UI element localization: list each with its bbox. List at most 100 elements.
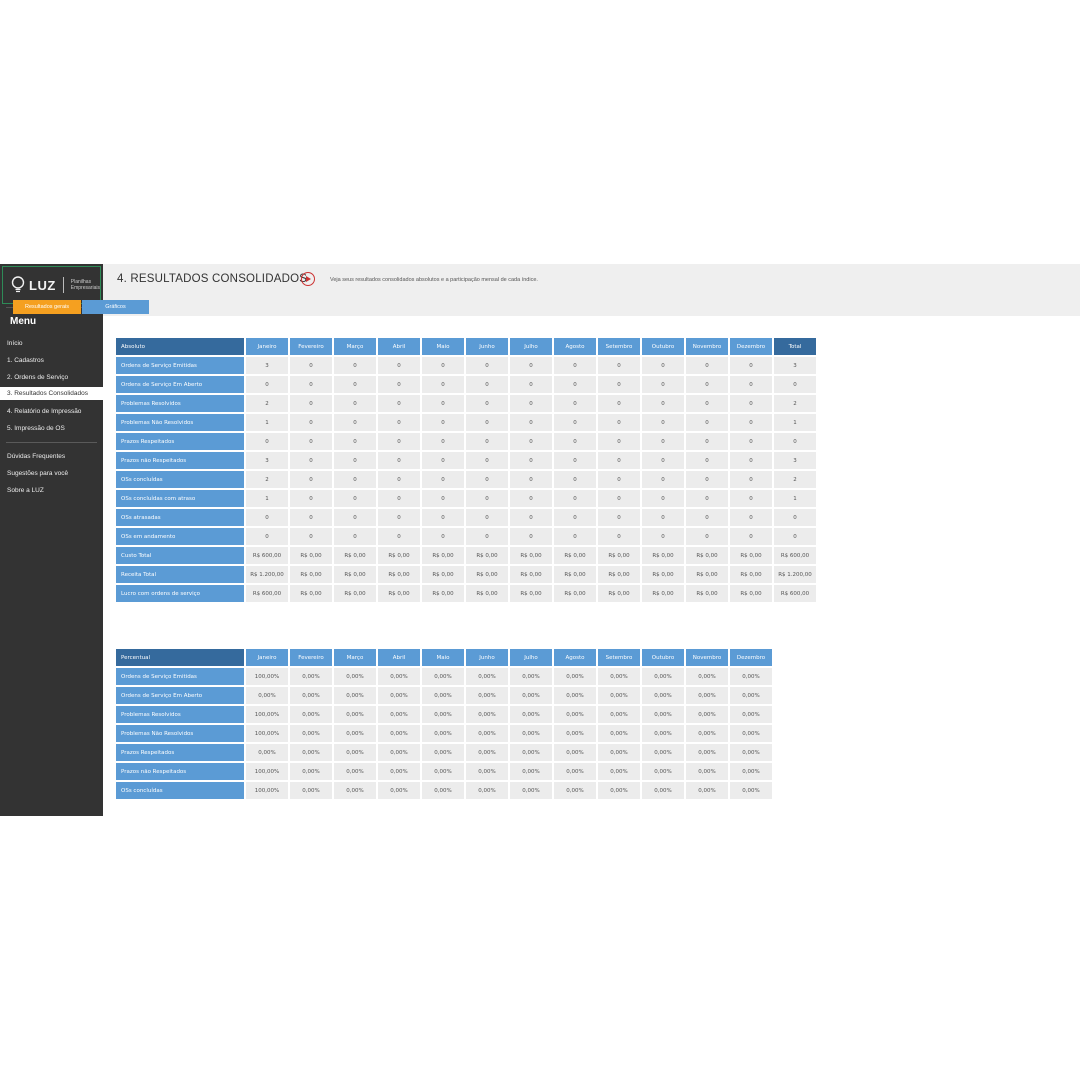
table-cell[interactable]: 0 [422, 528, 464, 545]
table-cell[interactable]: 0 [598, 509, 640, 526]
table-cell[interactable]: 0,00% [290, 668, 332, 685]
table-cell[interactable]: 0 [686, 528, 728, 545]
table-cell[interactable]: 0,00% [686, 668, 728, 685]
table-cell[interactable]: 0,00% [642, 782, 684, 799]
logo[interactable]: LUZ Planilhas Empresariais [2, 266, 101, 304]
table-cell[interactable]: 0,00% [554, 725, 596, 742]
table-cell[interactable]: 0 [598, 433, 640, 450]
table-cell[interactable]: R$ 0,00 [686, 547, 728, 564]
table-cell[interactable]: 0 [422, 471, 464, 488]
table-cell[interactable]: 0 [686, 452, 728, 469]
sidebar-item-resultados-consolidados[interactable]: 3. Resultados Consolidados [0, 387, 103, 400]
sidebar-item-ordens-de-servico[interactable]: 2. Ordens de Serviço [0, 371, 103, 384]
table-cell[interactable]: 0 [290, 452, 332, 469]
table-cell[interactable]: 0,00% [466, 706, 508, 723]
table-cell[interactable]: 0 [422, 433, 464, 450]
table-cell[interactable]: 0,00% [642, 744, 684, 761]
table-cell[interactable]: 0 [290, 395, 332, 412]
table-cell[interactable]: 0 [686, 395, 728, 412]
table-cell[interactable]: R$ 0,00 [730, 547, 772, 564]
table-cell[interactable]: 0,00% [598, 668, 640, 685]
table-cell[interactable]: 3 [774, 357, 816, 374]
table-cell[interactable]: 0 [378, 433, 420, 450]
table-cell[interactable]: 0,00% [510, 782, 552, 799]
table-cell[interactable]: 0 [334, 528, 376, 545]
table-cell[interactable]: 0,00% [334, 706, 376, 723]
table-cell[interactable]: 0 [686, 490, 728, 507]
table-cell[interactable]: R$ 600,00 [246, 585, 288, 602]
table-cell[interactable]: 0 [554, 433, 596, 450]
table-cell[interactable]: 0 [554, 490, 596, 507]
table-cell[interactable]: 0 [466, 357, 508, 374]
table-cell[interactable]: R$ 0,00 [466, 585, 508, 602]
table-cell[interactable]: 3 [774, 452, 816, 469]
table-cell[interactable]: 0,00% [334, 725, 376, 742]
table-cell[interactable]: 0,00% [554, 763, 596, 780]
table-cell[interactable]: 0 [510, 452, 552, 469]
table-cell[interactable]: 0,00% [510, 744, 552, 761]
table-cell[interactable]: 0 [642, 376, 684, 393]
table-cell[interactable]: 0 [730, 395, 772, 412]
table-cell[interactable]: R$ 0,00 [466, 547, 508, 564]
table-cell[interactable]: 100,00% [246, 763, 288, 780]
table-cell[interactable]: 0 [378, 490, 420, 507]
table-cell[interactable]: 0 [290, 357, 332, 374]
table-cell[interactable]: 0 [554, 376, 596, 393]
sidebar-item-impressao-de-os[interactable]: 5. Impressão de OS [0, 422, 103, 435]
table-cell[interactable]: 0 [730, 414, 772, 431]
table-cell[interactable]: 0 [510, 528, 552, 545]
table-cell[interactable]: 0,00% [290, 744, 332, 761]
table-cell[interactable]: 0 [334, 471, 376, 488]
table-cell[interactable]: 0 [642, 528, 684, 545]
table-cell[interactable]: 0 [642, 509, 684, 526]
table-cell[interactable]: 0 [246, 376, 288, 393]
table-cell[interactable]: 0,00% [422, 725, 464, 742]
table-cell[interactable]: 0 [510, 471, 552, 488]
table-cell[interactable]: 1 [246, 414, 288, 431]
table-cell[interactable]: R$ 0,00 [466, 566, 508, 583]
table-cell[interactable]: 0 [598, 490, 640, 507]
table-cell[interactable]: 0,00% [598, 782, 640, 799]
table-cell[interactable]: 0 [730, 509, 772, 526]
table-cell[interactable]: 0,00% [730, 725, 772, 742]
table-cell[interactable]: 0,00% [466, 687, 508, 704]
table-cell[interactable]: 0 [510, 395, 552, 412]
table-cell[interactable]: R$ 0,00 [730, 566, 772, 583]
table-cell[interactable]: 0,00% [422, 763, 464, 780]
table-cell[interactable]: R$ 0,00 [290, 566, 332, 583]
table-cell[interactable]: 0 [246, 528, 288, 545]
table-cell[interactable]: R$ 0,00 [510, 566, 552, 583]
table-cell[interactable]: 0,00% [290, 725, 332, 742]
table-cell[interactable]: 0,00% [686, 763, 728, 780]
table-cell[interactable]: 0,00% [422, 668, 464, 685]
table-cell[interactable]: 0 [598, 452, 640, 469]
table-cell[interactable]: 0,00% [554, 687, 596, 704]
table-cell[interactable]: 0 [378, 357, 420, 374]
table-cell[interactable]: 0 [334, 395, 376, 412]
table-cell[interactable]: 0,00% [378, 706, 420, 723]
table-cell[interactable]: 0,00% [334, 782, 376, 799]
table-cell[interactable]: R$ 0,00 [642, 566, 684, 583]
table-cell[interactable]: 0 [334, 357, 376, 374]
table-cell[interactable]: 0 [554, 471, 596, 488]
table-cell[interactable]: 0 [466, 452, 508, 469]
table-cell[interactable]: 0 [730, 471, 772, 488]
table-cell[interactable]: 0,00% [686, 782, 728, 799]
table-cell[interactable]: R$ 600,00 [774, 547, 816, 564]
table-cell[interactable]: 0 [378, 376, 420, 393]
table-cell[interactable]: 0,00% [246, 744, 288, 761]
table-cell[interactable]: 0,00% [730, 763, 772, 780]
sidebar-item-sugestoes[interactable]: Sugestões para você [0, 467, 103, 480]
table-cell[interactable]: 0,00% [422, 706, 464, 723]
table-cell[interactable]: 1 [774, 414, 816, 431]
table-cell[interactable]: 0 [290, 376, 332, 393]
table-cell[interactable]: 0 [246, 433, 288, 450]
table-cell[interactable]: 0 [686, 471, 728, 488]
table-cell[interactable]: 0,00% [466, 668, 508, 685]
tab-resultados-gerais[interactable]: Resultados gerais [13, 300, 81, 314]
table-cell[interactable]: R$ 1.200,00 [774, 566, 816, 583]
table-cell[interactable]: 0,00% [422, 687, 464, 704]
table-cell[interactable]: 0,00% [466, 744, 508, 761]
table-cell[interactable]: 0 [378, 452, 420, 469]
table-cell[interactable]: 0 [774, 433, 816, 450]
